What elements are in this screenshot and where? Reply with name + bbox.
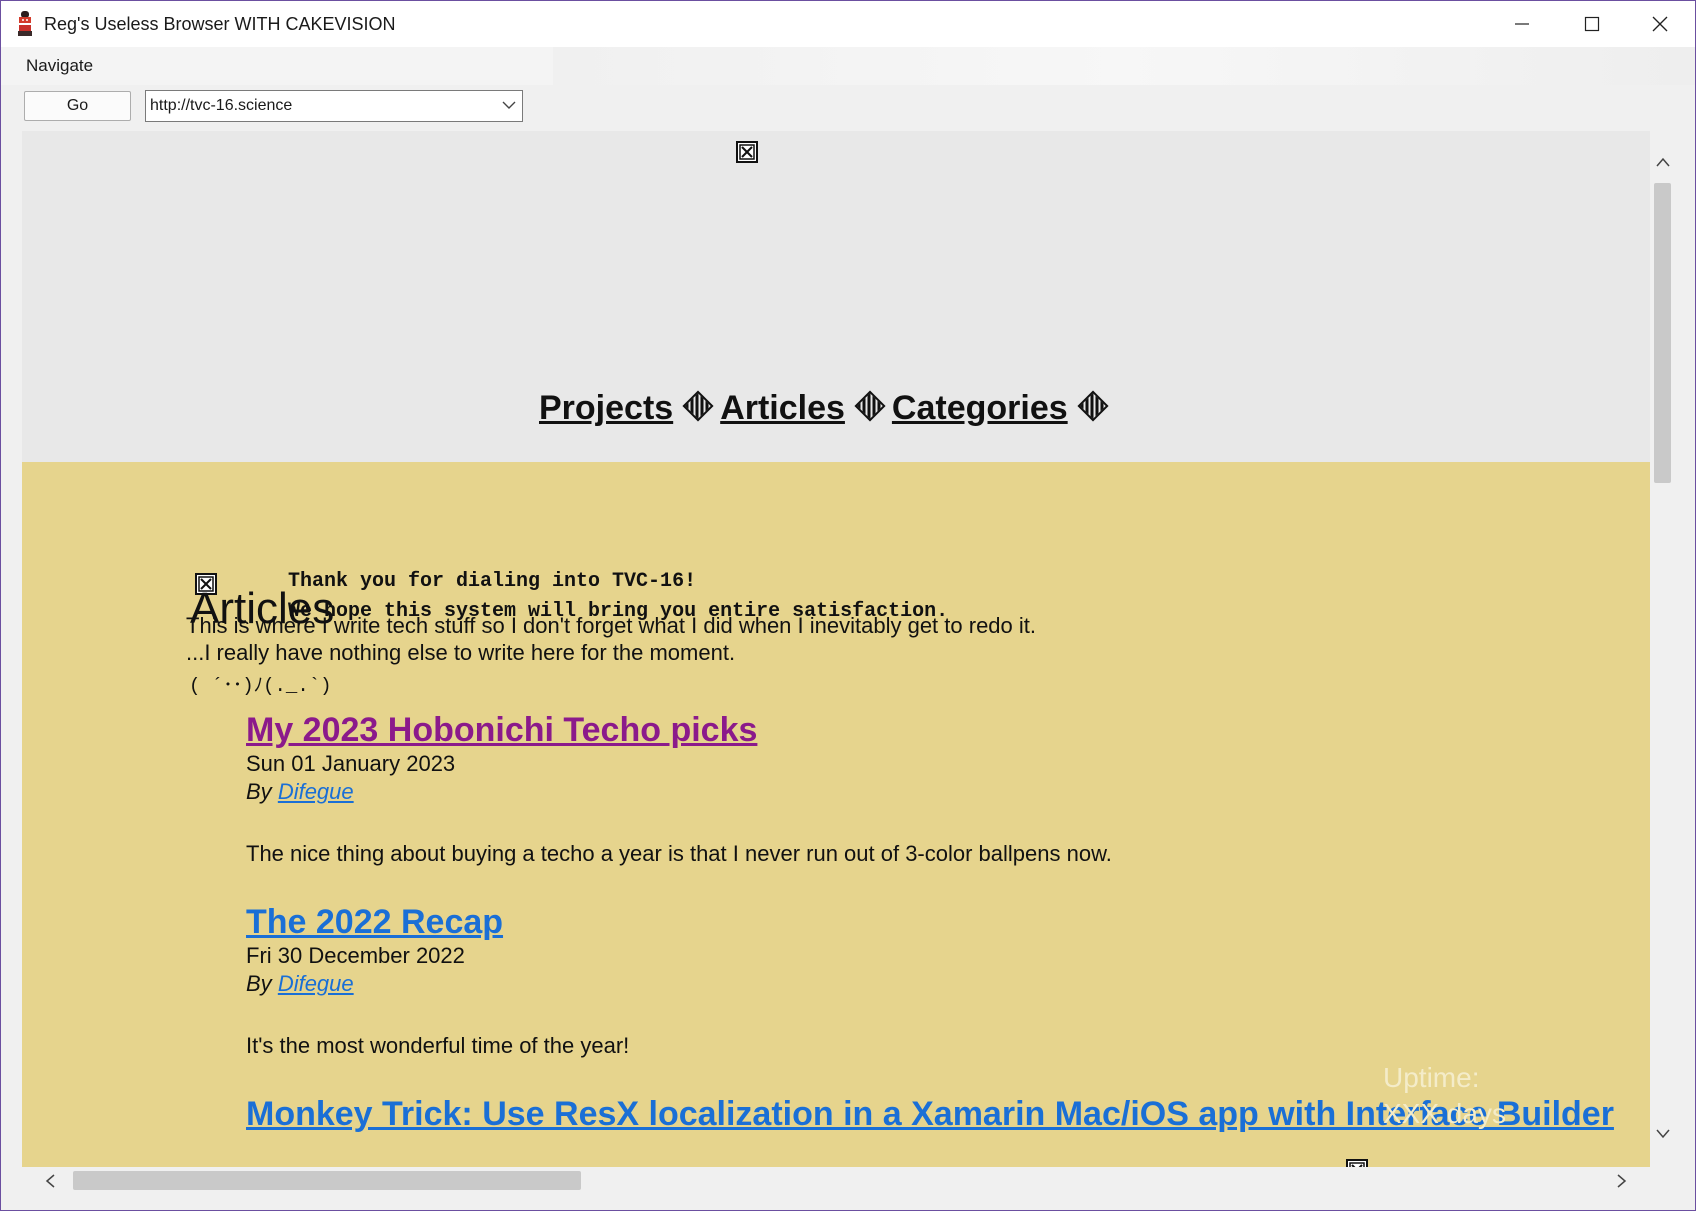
kaomoji: ( ´･･)ﾉ(._.`) bbox=[189, 675, 332, 697]
byline-label: By bbox=[246, 779, 272, 804]
page-viewport[interactable]: Projects Articles Categories Articles Than… bbox=[22, 131, 1650, 1167]
uptime-label: Uptime: bbox=[1383, 1062, 1480, 1093]
article-byline: By Difegue bbox=[246, 970, 629, 998]
terminal-line: Thank you for dialing into TVC-16! bbox=[288, 570, 697, 593]
toolbar: Go http://tvc-16.science bbox=[1, 85, 1695, 129]
browser-window: Reg's Useless Browser WITH CAKEVISION Na… bbox=[0, 0, 1696, 1211]
article-date: Sun 01 January 2023 bbox=[246, 751, 456, 776]
broken-image-icon bbox=[736, 141, 758, 163]
page-header: Projects Articles Categories bbox=[22, 131, 1650, 462]
close-button[interactable] bbox=[1625, 1, 1695, 47]
menubar-background bbox=[553, 47, 1695, 85]
url-input[interactable]: http://tvc-16.science bbox=[150, 97, 292, 115]
url-combobox[interactable]: http://tvc-16.science bbox=[145, 90, 523, 122]
maximize-button[interactable] bbox=[1557, 1, 1627, 47]
intro-line: ...I really have nothing else to write h… bbox=[186, 640, 736, 665]
vertical-scroll-thumb[interactable] bbox=[1654, 183, 1671, 483]
nav-categories-link[interactable]: Categories bbox=[892, 389, 1068, 427]
horizontal-scroll-thumb[interactable] bbox=[73, 1171, 581, 1190]
uptime-counter: Uptime: XXX days bbox=[1383, 1060, 1506, 1132]
article-summary: It's the most wonderful time of the year… bbox=[246, 1033, 630, 1058]
byline-label: By bbox=[246, 971, 272, 996]
article-date: Fri 30 December 2022 bbox=[246, 943, 465, 968]
vertical-scrollbar[interactable] bbox=[1650, 131, 1675, 1167]
article-item: My 2023 Hobonichi Techo picks Sun 01 Jan… bbox=[246, 710, 1112, 868]
author-link[interactable]: Difegue bbox=[278, 971, 354, 996]
diamond-icon bbox=[1077, 390, 1109, 422]
nav-articles-link[interactable]: Articles bbox=[720, 389, 845, 427]
site-nav: Projects Articles Categories bbox=[539, 389, 1115, 428]
broken-image-icon bbox=[1346, 1159, 1368, 1167]
horizontal-scrollbar[interactable] bbox=[22, 1167, 1650, 1193]
chevron-down-icon[interactable] bbox=[502, 98, 516, 112]
minimize-icon bbox=[1515, 23, 1529, 25]
article-byline: By Difegue bbox=[246, 778, 1112, 806]
window-title: Reg's Useless Browser WITH CAKEVISION bbox=[44, 14, 396, 34]
nav-projects-link[interactable]: Projects bbox=[539, 389, 673, 427]
cake-app-icon bbox=[18, 11, 32, 36]
close-icon bbox=[1652, 16, 1668, 32]
chevron-left-icon[interactable] bbox=[44, 1173, 56, 1189]
author-link[interactable]: Difegue bbox=[278, 779, 354, 804]
chevron-up-icon[interactable] bbox=[1655, 156, 1671, 168]
article-title-link[interactable]: My 2023 Hobonichi Techo picks bbox=[246, 710, 1112, 750]
chevron-down-icon[interactable] bbox=[1655, 1128, 1671, 1140]
intro-text: This is where I write tech stuff so I do… bbox=[186, 612, 1036, 666]
title-bar[interactable]: Reg's Useless Browser WITH CAKEVISION bbox=[1, 1, 1695, 47]
article-title-link[interactable]: The 2022 Recap bbox=[246, 902, 629, 942]
intro-line: This is where I write tech stuff so I do… bbox=[186, 613, 1036, 638]
diamond-icon bbox=[682, 390, 714, 422]
uptime-value: XXX days bbox=[1383, 1098, 1506, 1129]
menu-navigate[interactable]: Navigate bbox=[26, 56, 93, 76]
maximize-icon bbox=[1584, 16, 1600, 32]
article-item: The 2022 Recap Fri 30 December 2022 By D… bbox=[246, 902, 629, 1060]
diamond-icon bbox=[854, 390, 886, 422]
chevron-right-icon[interactable] bbox=[1616, 1173, 1628, 1189]
minimize-button[interactable] bbox=[1487, 1, 1557, 47]
go-button[interactable]: Go bbox=[24, 91, 131, 121]
menu-bar: Navigate bbox=[1, 47, 1695, 85]
article-summary: The nice thing about buying a techo a ye… bbox=[246, 841, 1112, 866]
